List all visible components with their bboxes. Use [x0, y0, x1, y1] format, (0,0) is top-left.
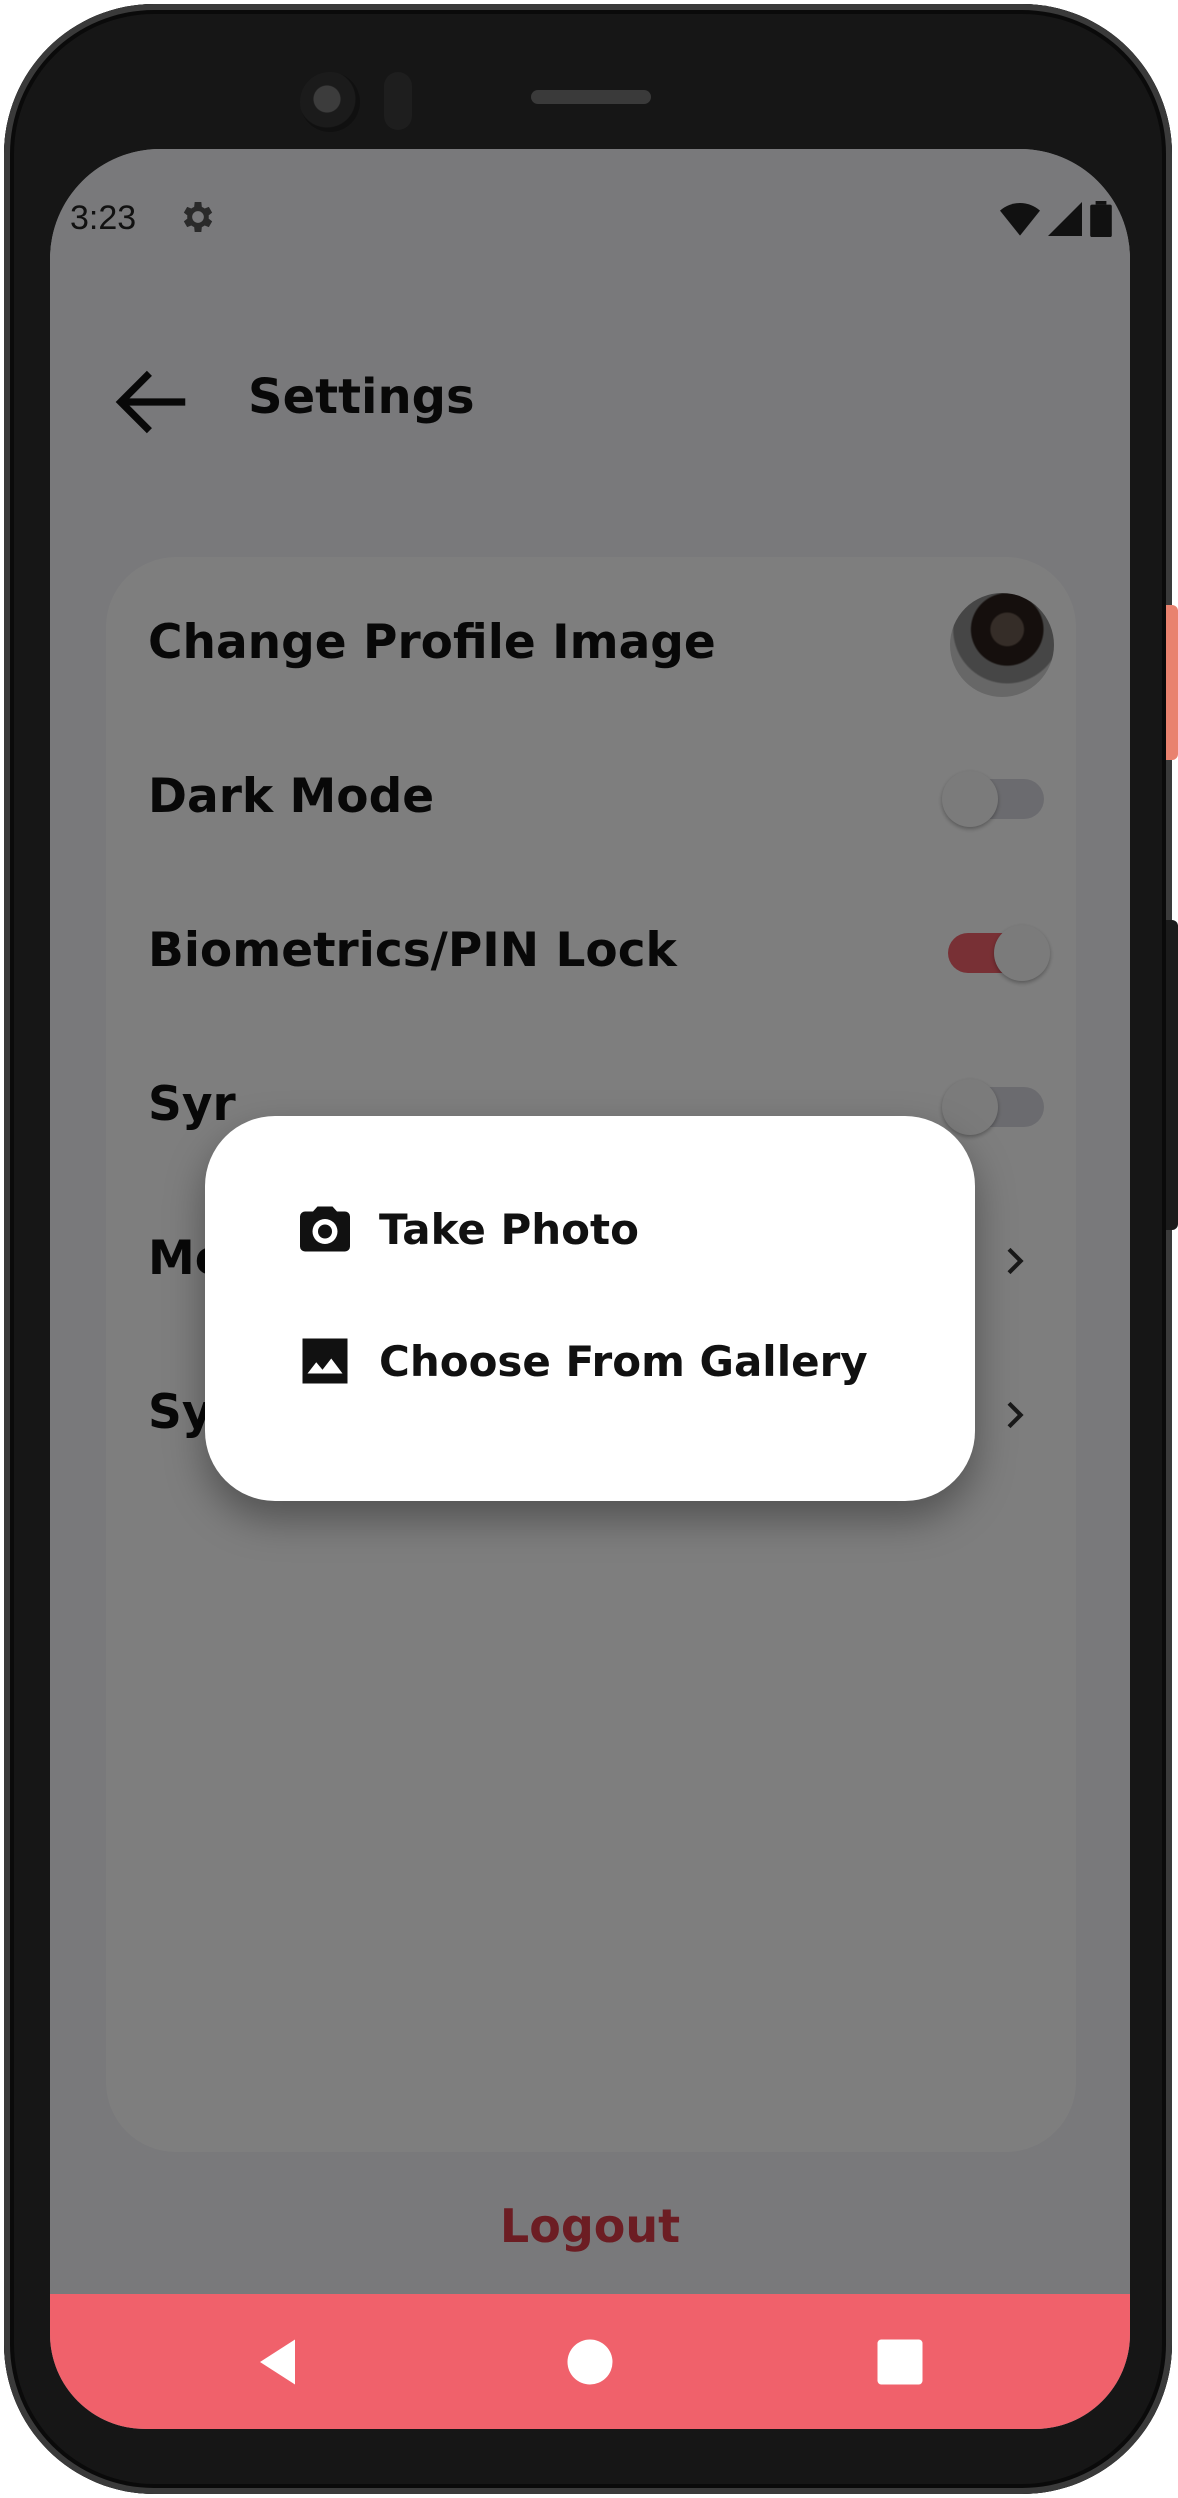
proximity-sensor	[384, 72, 412, 130]
take-photo-option[interactable]: Take Photo	[295, 1189, 935, 1269]
image-source-dialog: Take Photo Choose From Gallery	[205, 1116, 975, 1501]
choose-from-gallery-option[interactable]: Choose From Gallery	[295, 1321, 935, 1401]
nav-back-icon[interactable]	[250, 2332, 310, 2392]
nav-home-icon[interactable]	[560, 2332, 620, 2392]
take-photo-label: Take Photo	[379, 1204, 639, 1254]
system-nav-bar	[50, 2294, 1130, 2429]
volume-button	[1166, 920, 1178, 1230]
earpiece-speaker	[531, 90, 651, 104]
choose-from-gallery-label: Choose From Gallery	[379, 1336, 868, 1386]
nav-recents-icon[interactable]	[870, 2332, 930, 2392]
front-camera	[300, 72, 360, 132]
camera-icon	[300, 1206, 350, 1252]
app-screen: 3:23 Settings Change Profile Image Dark …	[50, 149, 1130, 2429]
image-icon	[302, 1338, 348, 1384]
phone-frame: 3:23 Settings Change Profile Image Dark …	[4, 4, 1172, 2494]
power-button	[1166, 605, 1178, 760]
